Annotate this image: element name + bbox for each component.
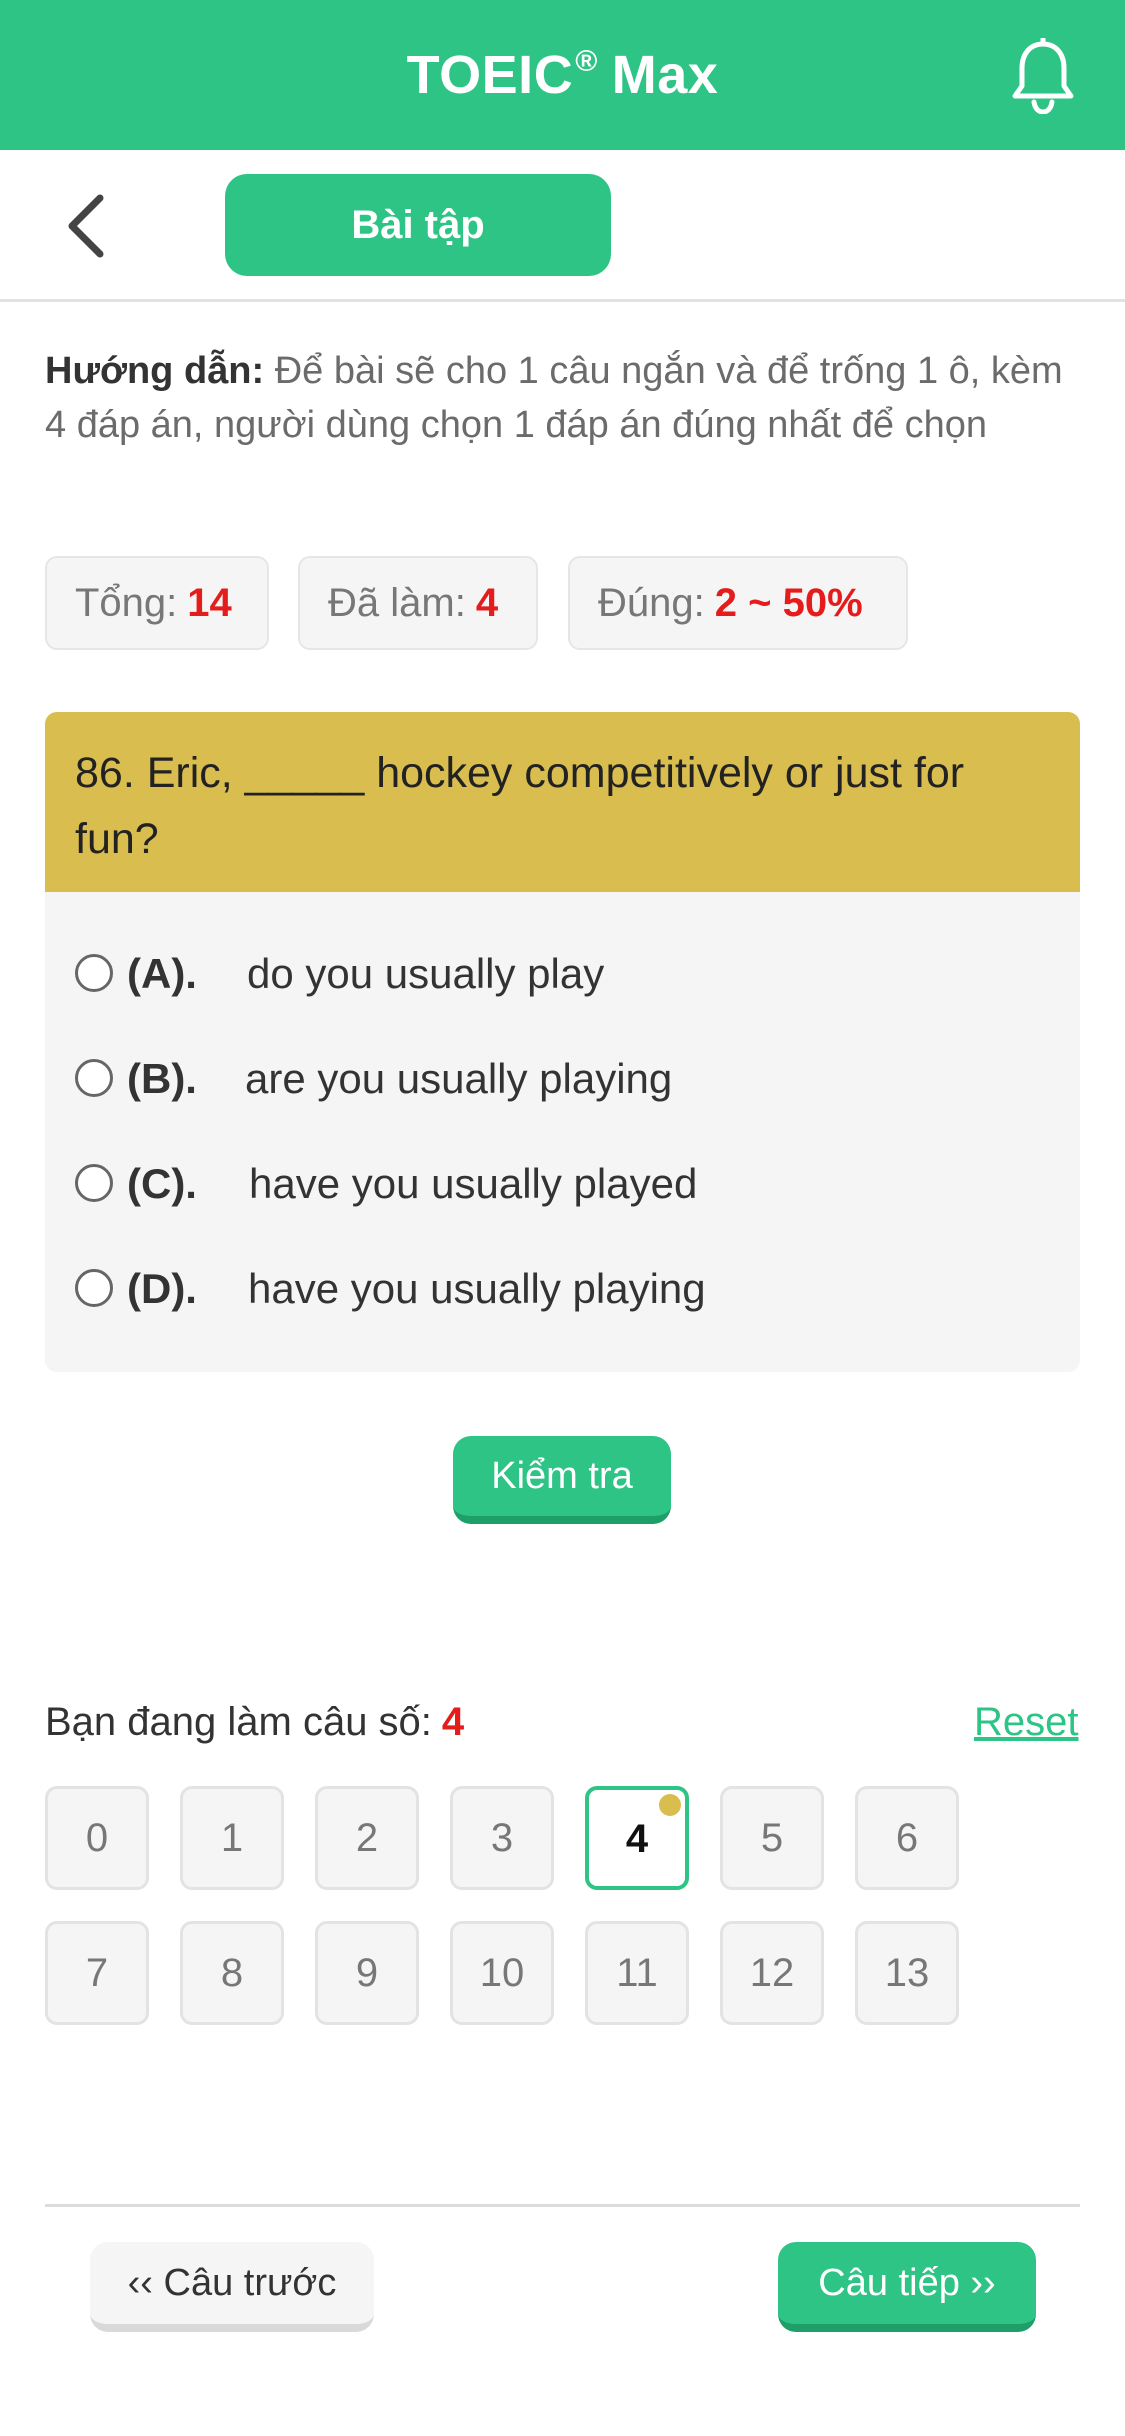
option-label: (D). [127,1265,197,1312]
stat-correct-value: 2 ~ 50% [714,581,863,625]
question-number-3[interactable]: 3 [450,1786,554,1890]
question-number-10[interactable]: 10 [450,1921,554,2025]
question-card: 86. Eric, _____ hockey competitively or … [45,712,1080,1372]
stat-total-value: 14 [187,581,232,625]
question-number-0[interactable]: 0 [45,1786,149,1890]
current-question-value: 4 [441,1700,465,1744]
question-number-4[interactable]: 4 [585,1786,689,1890]
stat-done-value: 4 [475,581,499,625]
option-text: are you usually playing [245,1055,673,1102]
radio-button[interactable] [75,954,113,992]
stat-done: Đã làm: 4 [298,556,538,650]
app-title-main: TOEIC [406,45,574,105]
radio-button[interactable] [75,1164,113,1202]
question-number-5[interactable]: 5 [720,1786,824,1890]
question-number-1[interactable]: 1 [180,1786,284,1890]
option-text: have you usually played [249,1160,698,1207]
registered-mark: ® [575,45,598,78]
bell-icon[interactable] [1010,38,1076,114]
stat-total-label: Tổng: [75,581,178,625]
back-arrow-icon[interactable] [62,192,112,260]
prev-question-button[interactable]: ‹‹ Câu trước [90,2242,374,2332]
check-button[interactable]: Kiểm tra [453,1436,671,1524]
option-label: (B). [127,1055,197,1102]
question-number-2[interactable]: 2 [315,1786,419,1890]
question-number-6[interactable]: 6 [855,1786,959,1890]
stat-correct: Đúng: 2 ~ 50% [568,556,908,650]
app-title: TOEIC® Max [0,44,1125,106]
option-text: do you usually play [247,950,605,997]
question-number-9[interactable]: 9 [315,1921,419,2025]
stat-done-label: Đã làm: [328,581,466,625]
question-number-8[interactable]: 8 [180,1921,284,2025]
next-question-button[interactable]: Câu tiếp ›› [778,2242,1036,2332]
stat-correct-label: Đúng: [598,581,705,625]
option-label: (A). [127,950,197,997]
option-label: (C). [127,1160,197,1207]
question-number-7[interactable]: 7 [45,1921,149,2025]
tab-exercise[interactable]: Bài tập [225,174,611,276]
divider [45,2204,1080,2207]
instructions-label: Hướng dẫn: [45,350,265,392]
current-question: Bạn đang làm câu số: 4 [45,1700,464,1745]
instructions: Hướng dẫn: Để bài sẽ cho 1 câu ngắn và đ… [45,344,1085,452]
stat-total: Tổng: 14 [45,556,269,650]
reset-link[interactable]: Reset [974,1700,1079,1745]
app-title-suffix: Max [611,45,719,105]
radio-button[interactable] [75,1059,113,1097]
app-bar: TOEIC® Max [0,0,1125,150]
current-question-label: Bạn đang làm câu số: [45,1700,432,1744]
sub-header: Bài tập [0,150,1125,302]
question-number-12[interactable]: 12 [720,1921,824,2025]
option-text: have you usually playing [248,1265,706,1312]
question-number-11[interactable]: 11 [585,1921,689,2025]
question-number-13[interactable]: 13 [855,1921,959,2025]
radio-button[interactable] [75,1269,113,1307]
question-text: 86. Eric, _____ hockey competitively or … [45,712,1080,892]
current-marker-dot [659,1794,681,1816]
